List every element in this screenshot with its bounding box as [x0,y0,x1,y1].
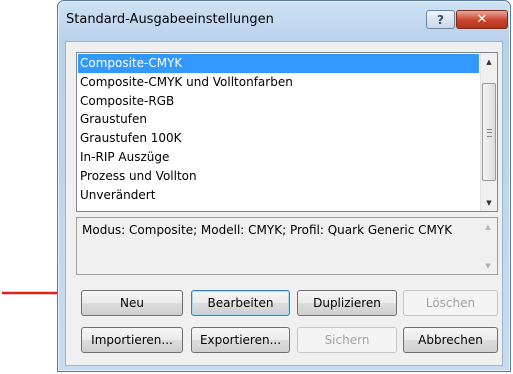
dialog-window: Standard-Ausgabeeinstellungen ? ✕ Compos… [57,0,511,372]
help-icon: ? [437,12,444,27]
export-button[interactable]: Exportieren... [191,327,290,353]
list-item[interactable]: Composite-RGB [78,92,479,111]
list-item[interactable]: Unverändert [78,186,479,205]
scroll-thumb[interactable] [482,83,496,181]
duplicate-button[interactable]: Duplizieren [297,290,397,316]
list-item[interactable]: Composite-CMYK und Volltonfarben [78,73,479,92]
close-icon: ✕ [476,12,488,27]
description-scrollbar: ▲ ▼ [480,218,497,274]
edit-button[interactable]: Bearbeiten [191,290,290,316]
output-settings-list[interactable]: Composite-CMYK Composite-CMYK und Vollto… [76,52,498,212]
grip-icon [487,129,492,137]
import-button[interactable]: Importieren... [81,327,183,353]
cancel-button[interactable]: Abbrechen [403,327,498,353]
list-items: Composite-CMYK Composite-CMYK und Vollto… [78,54,479,210]
dialog-content: Composite-CMYK Composite-CMYK und Vollto… [65,41,503,366]
list-item[interactable]: Prozess und Vollton [78,167,479,186]
list-item[interactable]: In-RIP Auszüge [78,148,479,167]
save-button: Sichern [297,327,397,353]
help-button[interactable]: ? [426,10,455,29]
list-item[interactable]: Composite-CMYK [78,54,479,73]
close-button[interactable]: ✕ [456,10,508,29]
description-text: Modus: Composite; Modell: CMYK; Profil: … [82,223,453,237]
list-item[interactable]: Graustufen 100K [78,129,479,148]
new-button[interactable]: Neu [81,290,183,316]
delete-button: Löschen [403,290,498,316]
description-box: Modus: Composite; Modell: CMYK; Profil: … [76,217,498,275]
list-scrollbar[interactable]: ▲ ▼ [480,53,497,211]
scroll-up-arrow-icon[interactable]: ▲ [481,53,497,70]
title-bar[interactable]: Standard-Ausgabeeinstellungen ? ✕ [58,1,510,37]
scroll-up-arrow-icon: ▲ [485,222,491,231]
list-item[interactable]: Graustufen [78,110,479,129]
scroll-down-arrow-icon: ▼ [485,261,491,270]
scroll-down-arrow-icon[interactable]: ▼ [481,194,497,211]
dialog-title: Standard-Ausgabeeinstellungen [66,12,274,27]
